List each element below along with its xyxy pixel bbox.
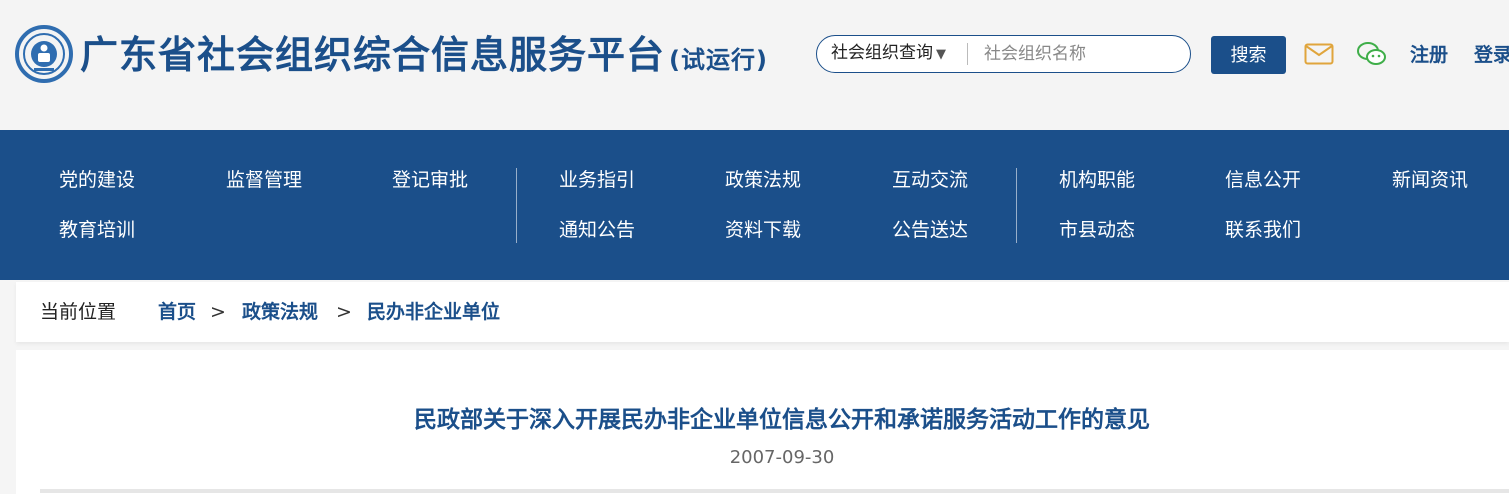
nav-item-business-guide[interactable]: 业务指引: [559, 165, 635, 195]
search-divider: [967, 43, 968, 65]
nav-divider: [516, 168, 517, 243]
nav-item-training[interactable]: 教育培训: [59, 215, 135, 245]
nav-divider: [1016, 168, 1017, 243]
search-button[interactable]: 搜索: [1211, 36, 1286, 74]
breadcrumb-separator: >: [336, 301, 352, 323]
nav-item-announcement-delivery[interactable]: 公告送达: [892, 215, 968, 245]
breadcrumb-label: 当前位置: [40, 301, 117, 323]
nav-item-policy[interactable]: 政策法规: [725, 165, 801, 195]
search-scope-select[interactable]: 社会组织查询 ▼: [831, 36, 946, 71]
nav-item-contact[interactable]: 联系我们: [1225, 215, 1301, 245]
search-input[interactable]: [982, 39, 1176, 69]
site-title-main: 广东省社会组织综合信息服务平台: [80, 33, 666, 77]
login-link[interactable]: 登录: [1474, 40, 1509, 70]
logo-icon[interactable]: [14, 24, 74, 84]
breadcrumb-current[interactable]: 民办非企业单位: [367, 297, 500, 327]
article-date: 2007-09-30: [729, 447, 835, 468]
article-title: 民政部关于深入开展民办非企业单位信息公开和承诺服务活动工作的意见: [414, 407, 1150, 433]
search-scope-label: 社会组织查询: [831, 43, 933, 63]
register-link[interactable]: 注册: [1410, 40, 1448, 70]
nav-item-notices[interactable]: 通知公告: [559, 215, 635, 245]
breadcrumb-policy[interactable]: 政策法规: [242, 297, 318, 327]
nav-item-party-building[interactable]: 党的建设: [59, 165, 135, 195]
breadcrumb-separator: >: [210, 301, 226, 323]
breadcrumb-home[interactable]: 首页: [158, 297, 196, 327]
nav-item-local-news[interactable]: 市县动态: [1059, 215, 1135, 245]
site-title: 广东省社会组织综合信息服务平台 (试运行): [80, 30, 768, 85]
site-header: 广东省社会组织综合信息服务平台(试运行) 社会组织查询▼ 搜索 注册 登录: [0, 0, 1509, 130]
nav-item-registration[interactable]: 登记审批: [392, 165, 468, 195]
article: 民政部关于深入开展民办非企业单位信息公开和承诺服务活动工作的意见 2007-09…: [16, 350, 1509, 494]
main-nav: 党的建设 监督管理 登记审批 业务指引 政策法规 互动交流 机构职能 信息公开 …: [0, 130, 1509, 280]
breadcrumb: 当前位置 首页 > 政策法规 > 民办非企业单位: [16, 282, 1509, 342]
wechat-icon[interactable]: [1356, 40, 1388, 68]
nav-item-interaction[interactable]: 互动交流: [892, 165, 968, 195]
mail-icon[interactable]: [1304, 43, 1334, 65]
nav-item-downloads[interactable]: 资料下载: [725, 215, 801, 245]
caret-down-icon: ▼: [936, 47, 946, 62]
site-title-suffix: (试运行): [669, 46, 768, 74]
nav-item-info-disclosure[interactable]: 信息公开: [1225, 165, 1301, 195]
nav-item-supervision[interactable]: 监督管理: [226, 165, 302, 195]
nav-item-functions[interactable]: 机构职能: [1059, 165, 1135, 195]
search-box: 社会组织查询 ▼: [816, 35, 1191, 73]
article-divider: [40, 489, 1509, 493]
nav-item-news[interactable]: 新闻资讯: [1392, 165, 1468, 195]
